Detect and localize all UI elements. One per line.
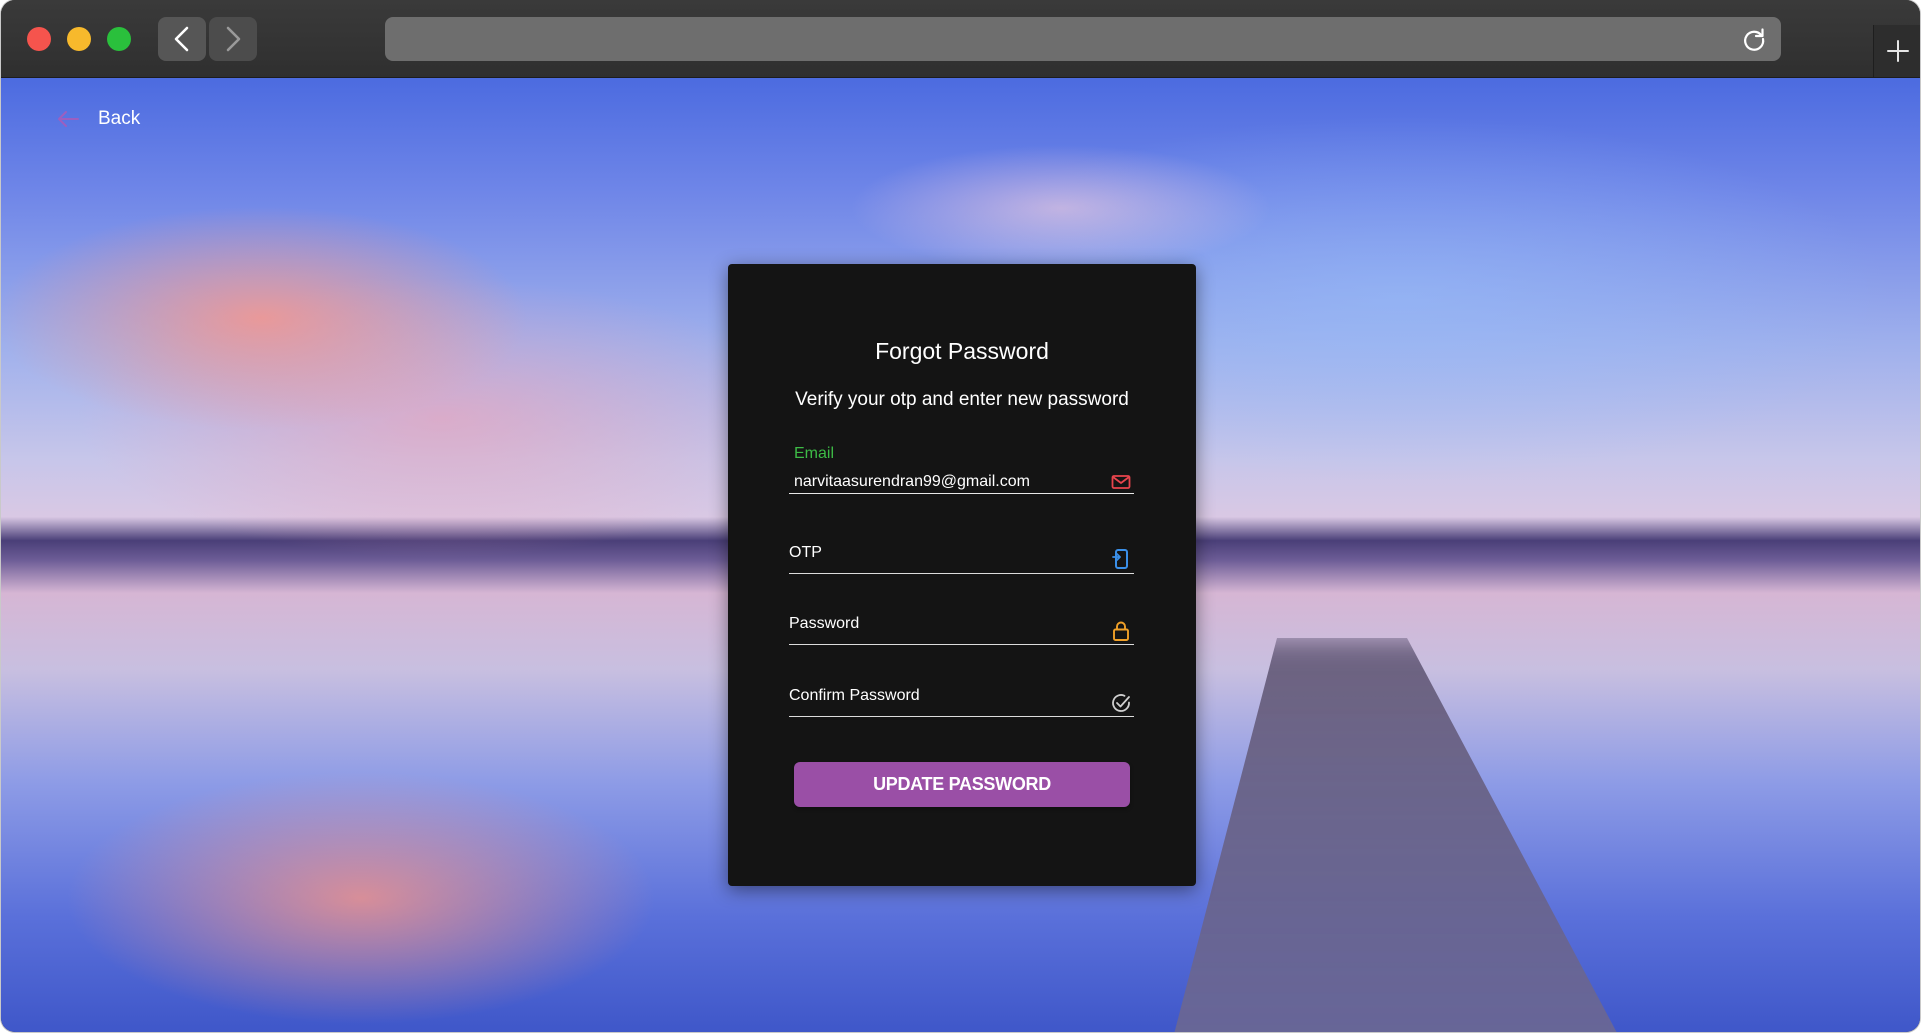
back-label: Back	[98, 108, 141, 129]
mail-icon	[1110, 471, 1132, 493]
email-input[interactable]: narvitaasurendran99@gmail.com	[794, 473, 1094, 491]
email-label: Email	[794, 445, 835, 462]
browser-back-button[interactable]	[158, 17, 206, 61]
lock-icon	[1110, 620, 1132, 642]
password-field[interactable]: Password	[789, 615, 1134, 645]
email-field[interactable]: Email narvitaasurendran99@gmail.com	[789, 445, 1134, 494]
arrow-left-icon	[58, 111, 79, 127]
chevron-left-icon	[174, 26, 189, 52]
page-background: Back Forgot Password Verify your otp and…	[1, 78, 1920, 1032]
browser-window: Back Forgot Password Verify your otp and…	[1, 0, 1920, 1032]
address-bar[interactable]	[385, 17, 1781, 61]
reload-icon[interactable]	[1741, 26, 1767, 52]
browser-forward-button[interactable]	[209, 17, 257, 61]
plus-icon	[1886, 40, 1909, 62]
window-close-button[interactable]	[27, 27, 51, 51]
otp-label: OTP	[789, 544, 822, 561]
confirm-password-label: Confirm Password	[789, 687, 920, 704]
window-maximize-button[interactable]	[107, 27, 131, 51]
form-title: Forgot Password	[875, 338, 1049, 364]
background-dock	[1162, 638, 1641, 1032]
new-tab-button[interactable]	[1873, 25, 1920, 77]
chevron-right-icon	[226, 26, 241, 52]
form-subtitle: Verify your otp and enter new password	[795, 389, 1129, 410]
mobile-icon	[1110, 548, 1132, 570]
back-link[interactable]: Back	[56, 108, 140, 130]
forgot-password-card: Forgot Password Verify your otp and ente…	[728, 264, 1196, 886]
window-minimize-button[interactable]	[67, 27, 91, 51]
browser-titlebar	[1, 0, 1920, 78]
otp-field[interactable]: OTP	[789, 544, 1134, 574]
update-password-button[interactable]: UPDATE PASSWORD	[794, 762, 1130, 807]
password-label: Password	[789, 615, 860, 632]
confirm-password-field[interactable]: Confirm Password	[789, 687, 1134, 717]
check-circle-icon	[1110, 692, 1132, 714]
